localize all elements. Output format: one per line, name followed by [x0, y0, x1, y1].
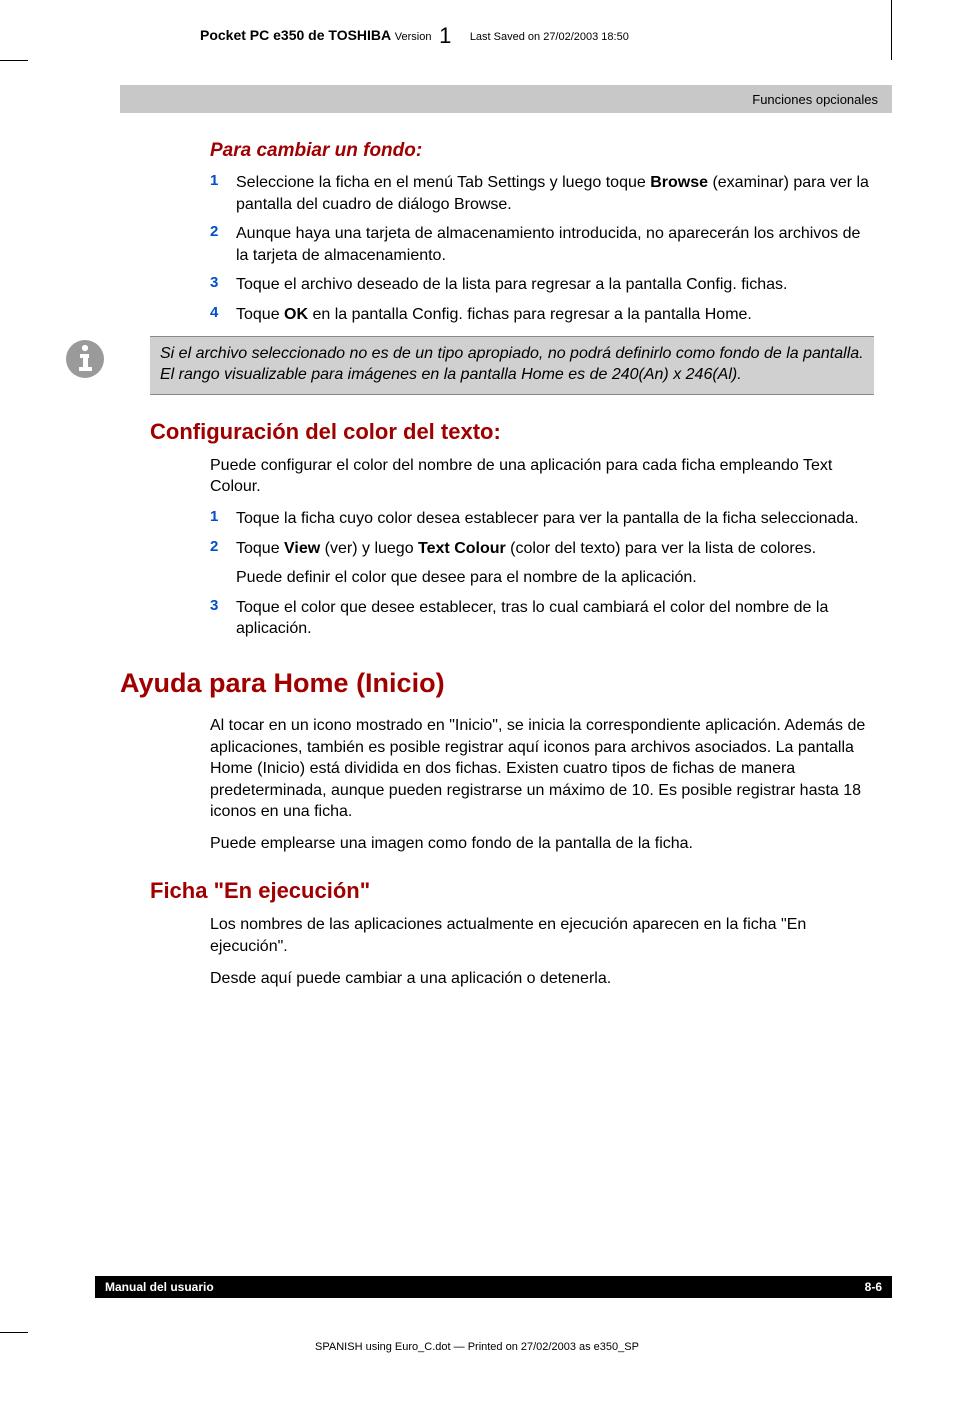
- crop-mark: [891, 0, 892, 60]
- note-text: Si el archivo seleccionado no es de un t…: [150, 336, 874, 395]
- banner-text: Funciones opcionales: [752, 92, 878, 107]
- note-block: Si el archivo seleccionado no es de un t…: [120, 336, 874, 395]
- list-number: 1: [210, 508, 236, 530]
- crop-mark: [0, 60, 28, 61]
- list-text: Toque View (ver) y luego Text Colour (co…: [236, 538, 816, 560]
- list-text: Toque la ficha cuyo color desea establec…: [236, 508, 859, 530]
- list-text: Seleccione la ficha en el menú Tab Setti…: [236, 172, 874, 215]
- version-number: 1: [435, 23, 455, 48]
- ordered-list-1: 1 Seleccione la ficha en el menú Tab Set…: [210, 172, 874, 326]
- footer-print-info: SPANISH using Euro_C.dot — Printed on 27…: [0, 1341, 954, 1353]
- running-header: Pocket PC e350 de TOSHIBA Version 1 Last…: [200, 20, 854, 46]
- intro-paragraph: Puede configurar el color del nombre de …: [210, 455, 874, 498]
- paragraph: Desde aquí puede cambiar a una aplicació…: [210, 968, 874, 990]
- heading-para-cambiar: Para cambiar un fondo:: [210, 140, 874, 162]
- version-label: Version: [395, 31, 432, 43]
- page: Pocket PC e350 de TOSHIBA Version 1 Last…: [0, 0, 954, 1408]
- list-number: 1: [210, 172, 236, 215]
- paragraph: Al tocar en un icono mostrado en "Inicio…: [210, 715, 874, 823]
- ordered-list-2: 1 Toque la ficha cuyo color desea establ…: [210, 508, 874, 640]
- heading-ayuda-home: Ayuda para Home (Inicio): [120, 668, 874, 699]
- list-item: 1 Toque la ficha cuyo color desea establ…: [210, 508, 874, 530]
- paragraph: Los nombres de las aplicaciones actualme…: [210, 914, 874, 957]
- list-item: 4 Toque OK en la pantalla Config. fichas…: [210, 304, 874, 326]
- doc-title: Pocket PC e350 de TOSHIBA: [200, 27, 391, 43]
- list-number: 3: [210, 597, 236, 640]
- list-text: Aunque haya una tarjeta de almacenamient…: [236, 223, 874, 266]
- footer-bar: Manual del usuario 8-6: [95, 1276, 892, 1298]
- info-icon: [64, 338, 106, 380]
- list-item: 2 Aunque haya una tarjeta de almacenamie…: [210, 223, 874, 266]
- list-item: 3 Toque el color que desee establecer, t…: [210, 597, 874, 640]
- list-item: 2 Toque View (ver) y luego Text Colour (…: [210, 538, 874, 560]
- list-item: 3 Toque el archivo deseado de la lista p…: [210, 274, 874, 296]
- list-number: 2: [210, 538, 236, 560]
- list-text: Toque el archivo deseado de la lista par…: [236, 274, 787, 296]
- list-number: 2: [210, 223, 236, 266]
- crop-mark: [0, 1332, 28, 1333]
- paragraph: Puede emplearse una imagen como fondo de…: [210, 833, 874, 855]
- content-area: Para cambiar un fondo: 1 Seleccione la f…: [120, 140, 874, 999]
- heading-ficha-ejecucion: Ficha "En ejecución": [150, 878, 874, 904]
- list-subtext: Puede definir el color que desee para el…: [236, 567, 874, 589]
- page-number: 8-6: [865, 1280, 882, 1294]
- list-text: Toque OK en la pantalla Config. fichas p…: [236, 304, 752, 326]
- last-saved: Last Saved on 27/02/2003 18:50: [470, 31, 629, 43]
- list-number: 4: [210, 304, 236, 326]
- heading-config-color: Configuración del color del texto:: [150, 419, 874, 445]
- section-banner: Funciones opcionales: [120, 85, 892, 113]
- list-text: Toque el color que desee establecer, tra…: [236, 597, 874, 640]
- list-number: 3: [210, 274, 236, 296]
- list-item: 1 Seleccione la ficha en el menú Tab Set…: [210, 172, 874, 215]
- footer-left: Manual del usuario: [105, 1280, 214, 1294]
